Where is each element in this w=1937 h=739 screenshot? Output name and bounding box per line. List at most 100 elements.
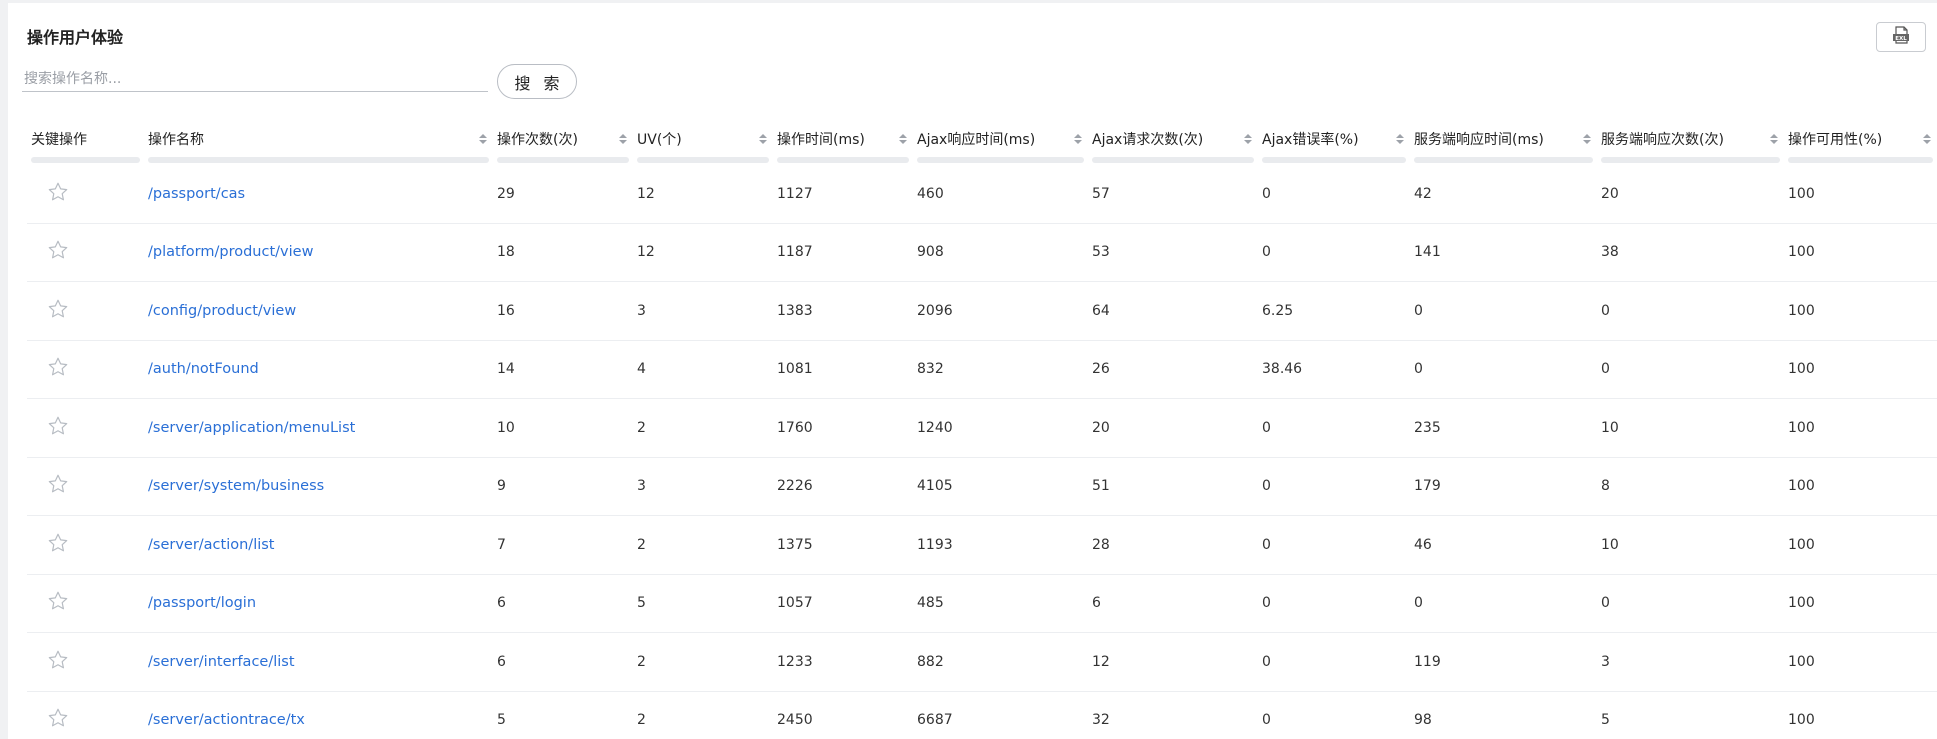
column-header-underline <box>148 157 489 163</box>
column-header-label: 服务端响应次数(次) <box>1601 132 1724 148</box>
column-header[interactable]: Ajax响应时间(ms) <box>913 119 1088 165</box>
server-response-time-cell: 0 <box>1410 281 1597 341</box>
server-response-count-cell: 5 <box>1601 712 1610 729</box>
sort-icon[interactable] <box>479 134 487 144</box>
operation-name-link[interactable]: /server/actiontrace/tx <box>148 712 305 728</box>
operation-time-cell: 1760 <box>773 398 913 458</box>
column-header[interactable]: 服务端响应次数(次) <box>1597 119 1784 165</box>
column-header-label: 操作可用性(%) <box>1788 132 1883 148</box>
export-excel-button[interactable]: EXL <box>1876 22 1926 52</box>
sort-icon[interactable] <box>1244 134 1252 144</box>
uv-cell: 3 <box>633 281 773 341</box>
column-header-underline <box>777 157 909 163</box>
operation-name-link[interactable]: /passport/login <box>148 595 256 611</box>
operation-name-cell: /server/actiontrace/tx <box>144 691 493 739</box>
table-row: /server/application/menuList 10 2 1760 1240 2… <box>27 398 1937 458</box>
star-icon[interactable] <box>47 649 69 671</box>
operation-name-link[interactable]: /auth/notFound <box>148 361 259 377</box>
star-icon[interactable] <box>47 532 69 554</box>
column-header-label: 操作名称 <box>148 132 204 148</box>
server-response-count-cell: 20 <box>1597 162 1784 224</box>
column-header[interactable]: Ajax请求次数(次) <box>1088 119 1258 165</box>
column-header[interactable]: 操作名称 <box>144 119 493 165</box>
column-header[interactable]: UV(个) <box>633 119 773 165</box>
ajax-response-time-cell: 1240 <box>913 398 1088 458</box>
column-header[interactable]: Ajax错误率(%) <box>1258 119 1410 165</box>
star-icon[interactable] <box>47 473 69 495</box>
ajax-response-time-cell: 882 <box>913 632 1088 692</box>
star-icon[interactable] <box>47 415 69 437</box>
star-icon[interactable] <box>47 590 69 612</box>
column-header-label: Ajax请求次数(次) <box>1092 132 1204 148</box>
table-row: /server/system/business 9 3 2226 4105 51 0 179 8… <box>27 457 1937 516</box>
ajax-request-count-cell: 12 <box>1088 632 1258 692</box>
server-response-time-cell: 179 <box>1410 457 1597 516</box>
column-header-label: 服务端响应时间(ms) <box>1414 132 1544 148</box>
key-operation-cell <box>27 162 144 224</box>
table-row: /auth/notFound 14 4 1081 832 26 38.46 0 0 100 <box>27 340 1937 399</box>
operation-name-link[interactable]: /server/action/list <box>148 537 275 553</box>
operation-count-cell: 10 <box>493 398 633 458</box>
operation-name-link[interactable]: /config/product/view <box>148 303 296 319</box>
operation-name-link[interactable]: /platform/product/view <box>148 244 313 260</box>
table-row: /server/actiontrace/tx 5 2 2450 6687 32 0 98 5 10… <box>27 691 1937 739</box>
search-button[interactable]: 搜 索 <box>497 64 577 99</box>
ajax-error-rate-cell: 0 <box>1258 574 1410 633</box>
operation-name-link[interactable]: /server/application/menuList <box>148 420 355 436</box>
ajax-request-count-cell: 57 <box>1088 162 1258 224</box>
column-header-underline <box>31 157 140 163</box>
sort-icon[interactable] <box>1074 134 1082 144</box>
operation-name-link[interactable]: /server/system/business <box>148 478 324 494</box>
column-header[interactable]: 操作时间(ms) <box>773 119 913 165</box>
availability-cell: 100 <box>1784 398 1937 458</box>
ajax-response-time-cell: 2096 <box>913 281 1088 341</box>
operation-name-cell: /passport/cas <box>144 162 493 224</box>
star-icon[interactable] <box>47 181 69 203</box>
server-response-count-cell: 38 <box>1597 223 1784 282</box>
uv-cell: 3 <box>633 457 773 516</box>
operation-count-cell: 7 <box>493 515 633 575</box>
availability-cell: 100 <box>1784 457 1937 516</box>
star-icon[interactable] <box>47 707 69 729</box>
sort-icon[interactable] <box>1923 134 1931 144</box>
star-icon[interactable] <box>47 239 69 261</box>
sort-icon[interactable] <box>1583 134 1591 144</box>
server-response-count-cell: 0 <box>1597 281 1784 341</box>
key-operation-cell <box>27 398 144 458</box>
operation-name-cell: /server/system/business <box>144 457 493 516</box>
column-header[interactable]: 操作次数(次) <box>493 119 633 165</box>
server-response-time-cell: 0 <box>1410 574 1597 633</box>
server-response-time-cell: 98 <box>1414 712 1432 729</box>
key-operation-cell <box>27 691 144 739</box>
column-header[interactable]: 服务端响应时间(ms) <box>1410 119 1597 165</box>
sort-icon[interactable] <box>1770 134 1778 144</box>
table-header-row: 关键操作 操作名称 操作次数(次) UV(个) 操作时间(ms) Ajax响应时间(ms)… <box>27 119 1937 165</box>
ajax-error-rate-cell: 0 <box>1258 162 1410 224</box>
ajax-error-rate-cell: 0 <box>1258 457 1410 516</box>
key-operation-cell <box>27 457 144 516</box>
uv-cell: 12 <box>633 223 773 282</box>
operation-name-link[interactable]: /passport/cas <box>148 186 245 202</box>
operation-name-link[interactable]: /server/interface/list <box>148 654 295 670</box>
sort-icon[interactable] <box>1396 134 1404 144</box>
sort-icon[interactable] <box>759 134 767 144</box>
sort-icon[interactable] <box>899 134 907 144</box>
uv-cell: 12 <box>633 162 773 224</box>
column-header[interactable]: 操作可用性(%) <box>1784 119 1937 165</box>
star-icon[interactable] <box>47 298 69 320</box>
ajax-request-count-cell: 6 <box>1088 574 1258 633</box>
availability-cell: 100 <box>1784 340 1937 399</box>
sort-icon[interactable] <box>619 134 627 144</box>
ajax-error-rate-cell: 0 <box>1258 632 1410 692</box>
ajax-response-time-cell: 460 <box>913 162 1088 224</box>
search-input[interactable] <box>22 66 488 92</box>
server-response-time-cell: 0 <box>1410 340 1597 399</box>
page-title: 操作用户体验 <box>27 28 124 47</box>
key-operation-cell <box>27 340 144 399</box>
uv-cell: 4 <box>633 340 773 399</box>
column-header-underline <box>1788 157 1933 163</box>
server-response-count-cell: 8 <box>1597 457 1784 516</box>
star-icon[interactable] <box>47 356 69 378</box>
column-header-label: 操作次数(次) <box>497 132 578 148</box>
uv-cell: 2 <box>633 515 773 575</box>
